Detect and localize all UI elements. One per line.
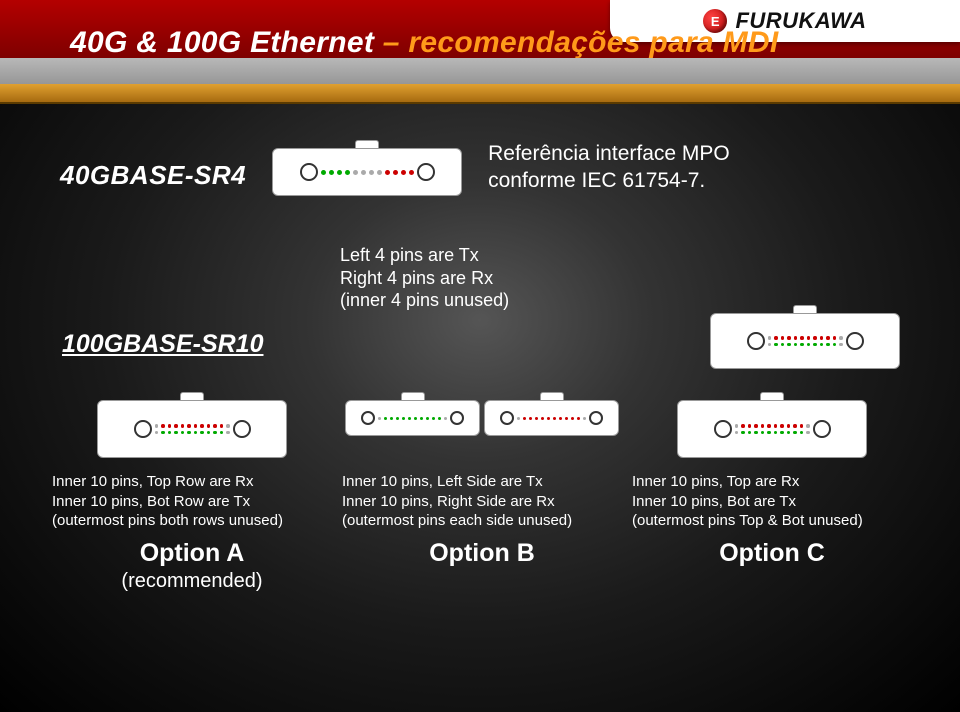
guide-hole-right <box>417 163 435 181</box>
mpo-shell <box>484 400 619 436</box>
mpo-connector-option-c <box>677 392 867 458</box>
fiber-row <box>321 170 414 175</box>
fiber-rows <box>735 424 810 434</box>
ref-line-2: conforme IEC 61754-7. <box>488 167 778 194</box>
mpo-connector-option-a <box>97 392 287 458</box>
mpo-shell <box>677 400 867 458</box>
desc-l2: Inner 10 pins, Bot are Tx <box>632 492 912 512</box>
reference-text: Referência interface MPO conforme IEC 61… <box>488 140 778 195</box>
title-part-2: – recomendações para MDI <box>383 26 779 59</box>
option-a-title: Option A <box>140 539 245 568</box>
option-c: Inner 10 pins, Top are Rx Inner 10 pins,… <box>632 392 912 593</box>
pin-note-l1: Left 4 pins are Tx <box>340 244 660 267</box>
desc-l1: Inner 10 pins, Left Side are Tx <box>342 472 622 492</box>
mpo-connector-100g-2row <box>710 305 900 369</box>
guide-hole-left <box>747 332 765 350</box>
option-c-desc: Inner 10 pins, Top are Rx Inner 10 pins,… <box>632 472 912 531</box>
guide-hole-right <box>589 411 603 425</box>
guide-hole-left <box>134 420 152 438</box>
desc-l3: (outermost pins each side unused) <box>342 511 622 531</box>
pin-note-l3: (inner 4 pins unused) <box>340 289 660 312</box>
fiber-row <box>378 417 447 420</box>
mpo-connector-option-b-right <box>484 392 619 436</box>
fiber-rows <box>768 336 843 346</box>
option-a: Inner 10 pins, Top Row are Rx Inner 10 p… <box>52 392 332 593</box>
option-a-desc: Inner 10 pins, Top Row are Rx Inner 10 p… <box>52 472 332 531</box>
ref-line-1: Referência interface MPO <box>488 140 778 167</box>
desc-l3: (outermost pins Top & Bot unused) <box>632 511 912 531</box>
slide-title: 40G & 100G Ethernet – recomendações para… <box>70 26 779 60</box>
options-row: Inner 10 pins, Top Row are Rx Inner 10 p… <box>52 392 912 593</box>
section-40gbase: 40GBASE-SR4 Referência interface MPO con… <box>60 140 900 196</box>
desc-l3: (outermost pins both rows unused) <box>52 511 332 531</box>
guide-hole-left <box>500 411 514 425</box>
mpo-connector-option-b-left <box>345 392 480 436</box>
option-b-title: Option B <box>429 539 535 568</box>
guide-hole-right <box>813 420 831 438</box>
header-gold-band <box>0 84 960 104</box>
mpo-shell <box>710 313 900 369</box>
pin-note-l2: Right 4 pins are Rx <box>340 267 660 290</box>
mpo-connector-40g <box>272 140 462 196</box>
mpo-shell <box>345 400 480 436</box>
guide-hole-left <box>361 411 375 425</box>
title-part-1: 40G & 100G Ethernet <box>70 26 383 59</box>
pin-assignment-note: Left 4 pins are Tx Right 4 pins are Rx (… <box>340 244 660 312</box>
guide-hole-left <box>714 420 732 438</box>
desc-l1: Inner 10 pins, Top Row are Rx <box>52 472 332 492</box>
desc-l2: Inner 10 pins, Bot Row are Tx <box>52 492 332 512</box>
fiber-row <box>517 417 586 420</box>
desc-l1: Inner 10 pins, Top are Rx <box>632 472 912 492</box>
option-c-title: Option C <box>719 539 825 568</box>
label-100gbase-sr10: 100GBASE-SR10 <box>62 330 263 359</box>
guide-hole-right <box>846 332 864 350</box>
label-40gbase-sr4: 40GBASE-SR4 <box>60 160 246 191</box>
desc-l2: Inner 10 pins, Right Side are Rx <box>342 492 622 512</box>
mpo-shell <box>97 400 287 458</box>
guide-hole-left <box>300 163 318 181</box>
option-b-desc: Inner 10 pins, Left Side are Tx Inner 10… <box>342 472 622 531</box>
guide-hole-right <box>233 420 251 438</box>
guide-hole-right <box>450 411 464 425</box>
option-b: Inner 10 pins, Left Side are Tx Inner 10… <box>342 392 622 593</box>
mpo-shell <box>272 148 462 196</box>
fiber-rows <box>155 424 230 434</box>
option-a-sub: (recommended) <box>121 570 262 593</box>
